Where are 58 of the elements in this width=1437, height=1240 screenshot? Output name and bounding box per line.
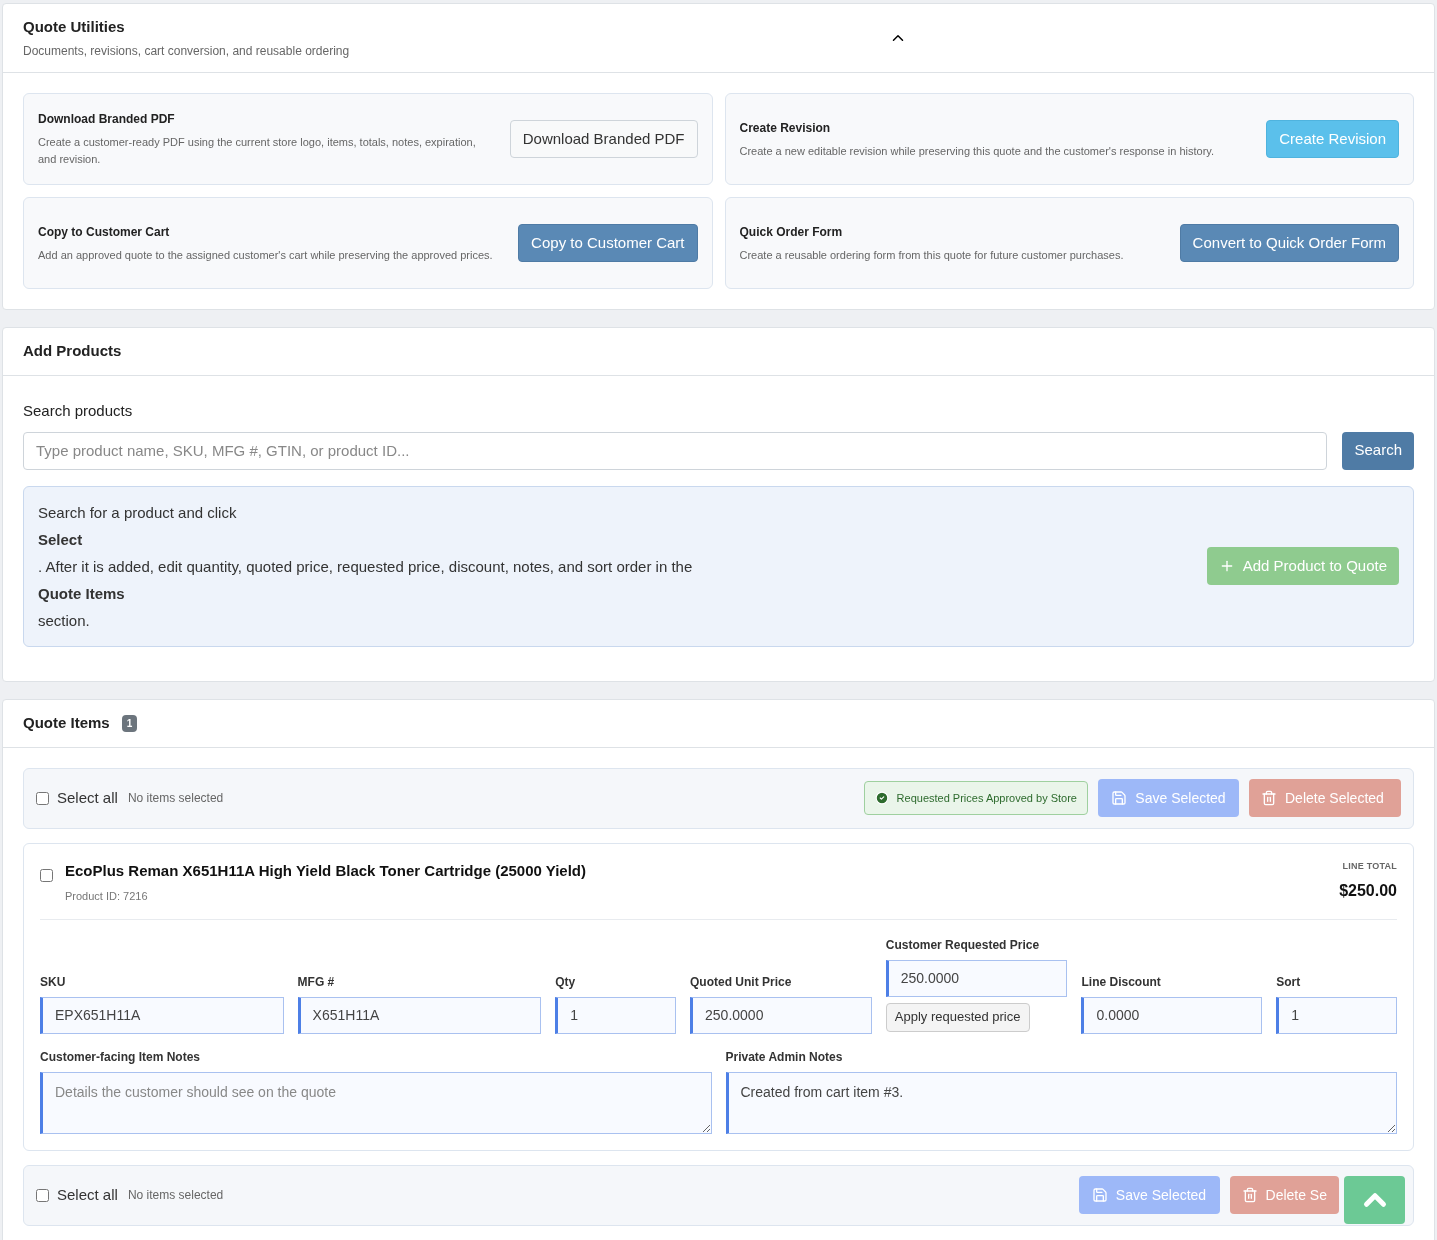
text-field[interactable]: 0.0000 [1081,996,1263,1034]
utility-title: Copy to Customer Cart [38,223,171,241]
help-text: section. [38,610,91,631]
trash-icon [1261,790,1277,806]
help-text: Quote Items [38,583,126,604]
field-label: SKU [40,973,67,991]
field-label: Sort [1276,973,1302,991]
panel-title: Quote Utilities [23,16,126,37]
apply-requested-price-button[interactable]: Apply requested price [885,1002,1030,1032]
text-field[interactable]: 1 [1276,996,1397,1034]
save-icon [1111,790,1128,806]
search-label: Search products [23,401,134,421]
approval-badge: Requested Prices Approved by Store [863,781,1088,815]
count-badge: 1 [121,714,138,732]
search-button[interactable]: Search [1342,431,1414,470]
field-label: Private Admin Notes [725,1048,844,1066]
search-field[interactable]: Type product name, SKU, MFG #, GTIN, or product ID... [23,431,1328,470]
panel-title: Add Products [23,341,122,362]
selection-status: No items selected [127,790,224,807]
trash-icon [1241,1187,1258,1203]
text-field[interactable]: 250.0000 [885,959,1068,997]
panel-subtitle: Documents, revisions, cart conversion, and reusable ordering [23,43,351,61]
utility-description: Create a reusable ordering form from this quote for future customer purchases. [739,247,1125,263]
field-label: Line Discount [1081,973,1162,991]
field-label: Qty [555,973,577,991]
select-all-label: Select all [57,787,118,808]
field-label: Customer Requested Price [885,936,1041,954]
selection-status: No items selected [127,1187,224,1204]
product-id: Product ID: 7216 [65,889,149,904]
utility-description: Create a new editable revision while preserving this quote and the customer's response in history. [739,143,1216,159]
field-label: Customer-facing Item Notes [40,1048,202,1066]
utility-title: Quick Order Form [739,223,844,241]
field-label: Quoted Unit Price [690,973,793,991]
panel-title: Quote Items [23,712,110,733]
line-total-label: LINE TOTAL [1341,859,1397,873]
help-text: Search for a product and click [38,502,238,523]
item-checkbox[interactable] [40,868,53,882]
text-field[interactable]: EPX651H11A [40,996,284,1034]
text-field[interactable]: 1 [555,996,677,1034]
utility-title: Create Revision [739,119,832,137]
check-circle-icon [874,791,889,805]
save-icon [1091,1187,1108,1203]
utility-title: Download Branded PDF [38,111,176,128]
customer-notes-field[interactable]: Details the customer should see on the quote [40,1071,712,1134]
line-total: $250.00 [1339,881,1397,901]
utility-description: Add an approved quote to the assigned customer's cart while preserving the approved prices. [38,247,494,263]
admin-notes-field[interactable]: Created from cart item #3. [725,1071,1397,1134]
product-name: EcoPlus Reman X651H11A High Yield Black Toner Cartridge (25000 Yield) [65,860,588,881]
utility-button[interactable]: Copy to Customer Cart [518,224,698,262]
select-all-label: Select all [57,1184,118,1205]
utility-button[interactable]: Convert to Quick Order Form [1179,224,1399,262]
field-label: MFG # [297,973,336,991]
utility-description: Create a customer-ready PDF using the current store logo, items, totals, notes, expiration, and revision. [38,135,477,167]
help-text: Select [38,529,84,550]
utility-button[interactable]: Download Branded PDF [509,120,698,158]
text-field[interactable]: X651H11A [297,996,542,1034]
text-field[interactable]: 250.0000 [690,996,872,1034]
help-text: . After it is added, edit quantity, quoted price, requested price, discount, notes, and sort order in the [38,556,694,577]
